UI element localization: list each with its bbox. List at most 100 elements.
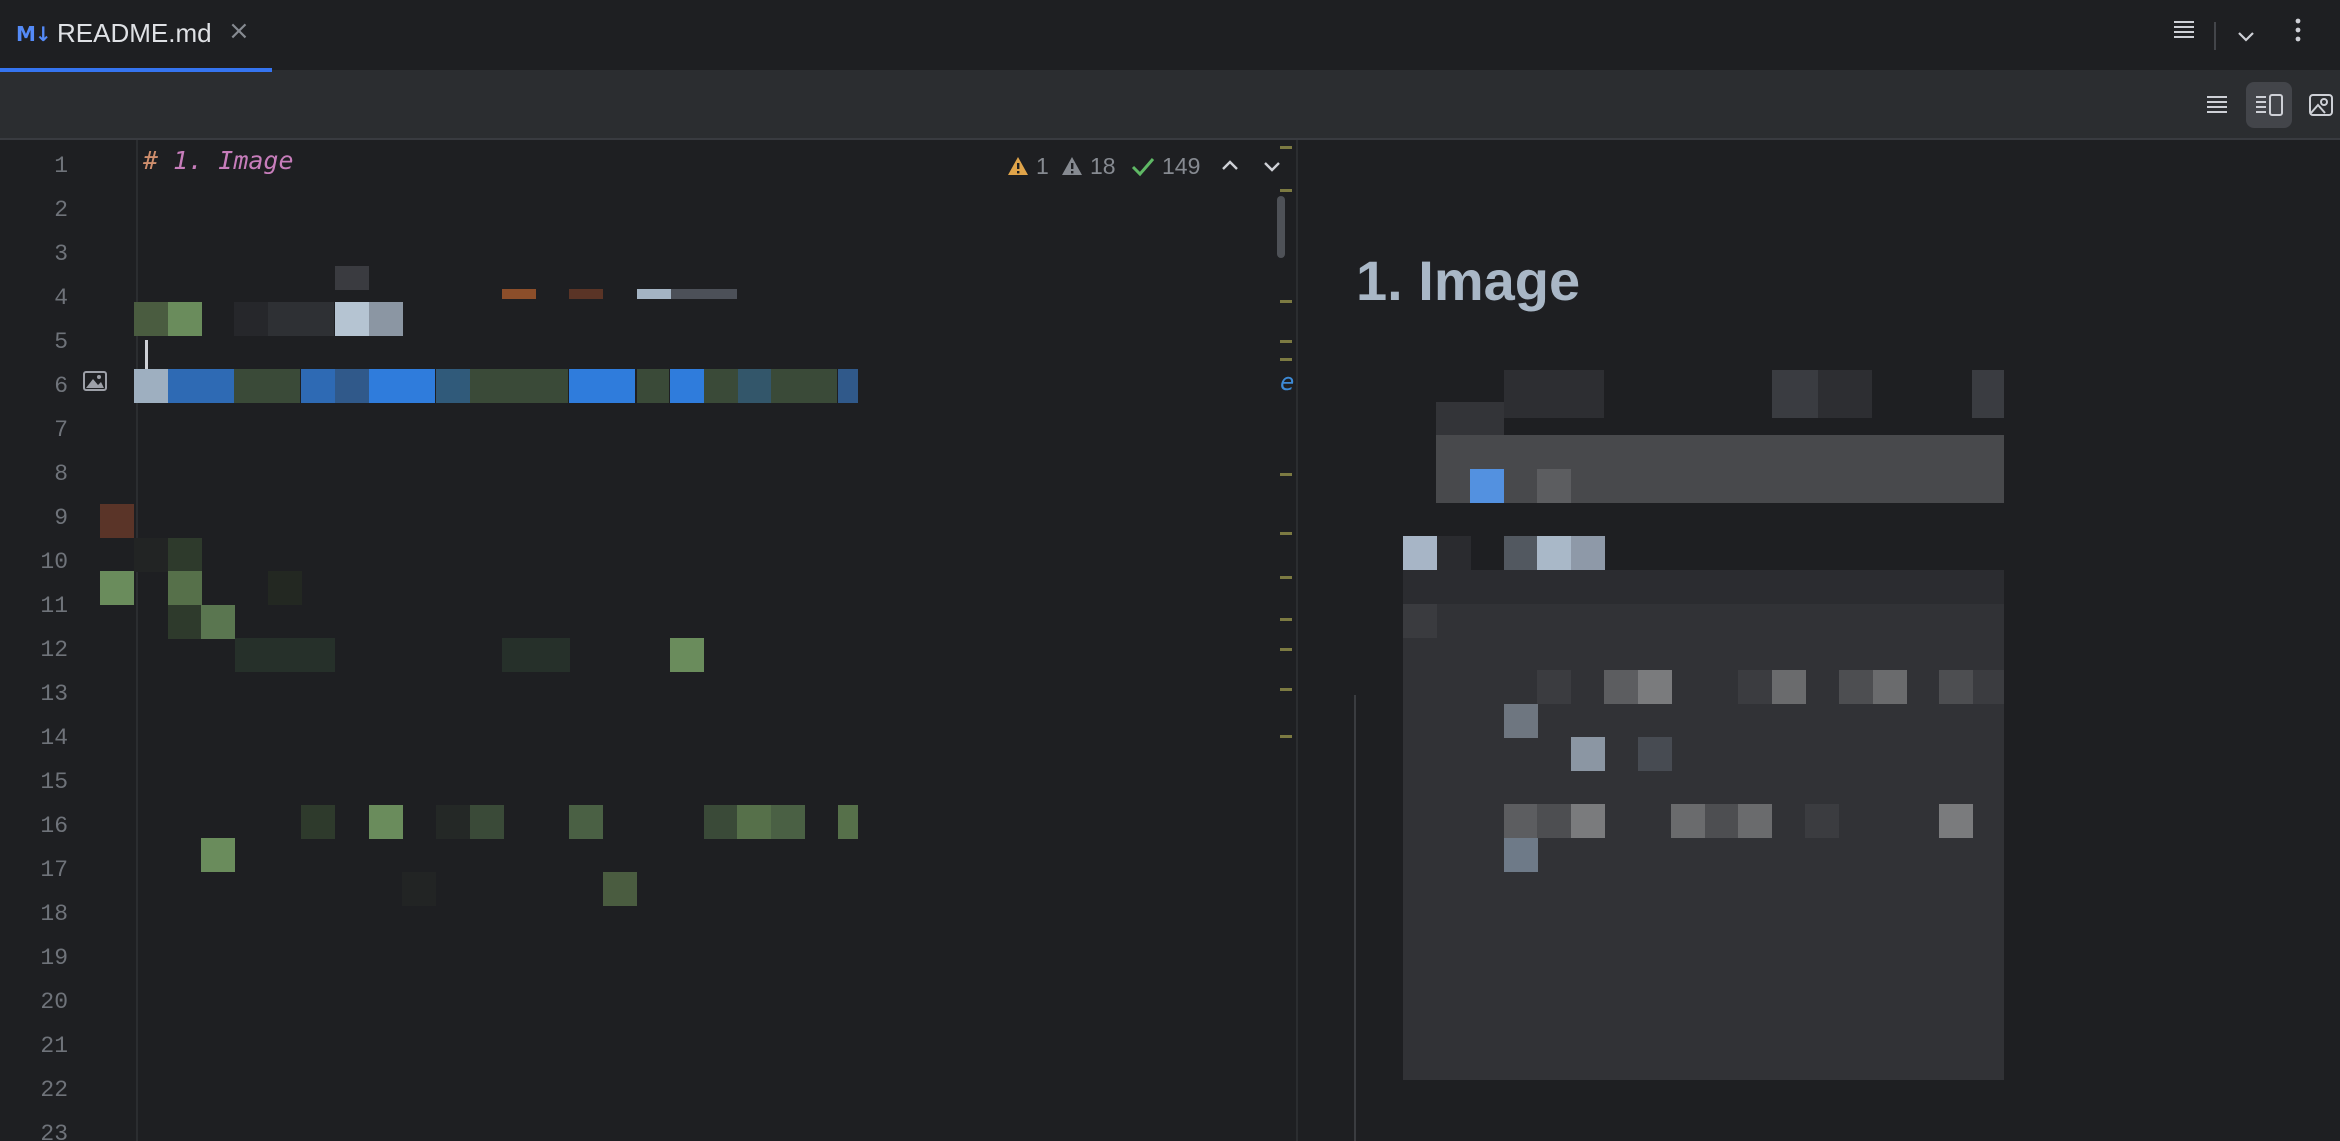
- inspection-warnings[interactable]: 1: [1006, 150, 1049, 182]
- redacted-preview-block: [1537, 804, 1571, 838]
- redacted-preview-block: [1939, 670, 1973, 704]
- redacted-preview-block: [1738, 670, 1772, 704]
- redacted-code-block: [436, 369, 470, 403]
- redacted-code-block: [670, 638, 704, 672]
- redacted-preview-block: [1470, 469, 1504, 503]
- preview-heading: 1. Image: [1356, 249, 1581, 312]
- inspection-typos[interactable]: 149: [1130, 150, 1200, 182]
- redacted-code-block: [704, 369, 738, 403]
- next-highlight-icon[interactable]: [1254, 148, 1290, 184]
- redacted-code-block: [670, 369, 704, 403]
- line-number: 23: [40, 1121, 68, 1141]
- redacted-preview-block: [1537, 670, 1571, 704]
- line-number: 19: [40, 945, 68, 971]
- editor-and-preview-icon[interactable]: [2246, 82, 2292, 128]
- heading-line: # 1. Image: [143, 146, 294, 175]
- error-stripe-mark[interactable]: [1280, 146, 1292, 149]
- image-icon[interactable]: [82, 368, 108, 394]
- redacted-code-block: [737, 805, 771, 839]
- recent-files-icon[interactable]: [2164, 12, 2204, 52]
- markdown-preview[interactable]: 1. Image: [1296, 140, 2340, 1141]
- chevron-down-icon[interactable]: [2226, 14, 2266, 54]
- redacted-code-block: [470, 369, 568, 403]
- error-stripe-mark[interactable]: [1280, 688, 1292, 691]
- redacted-preview-block: [1972, 370, 2004, 418]
- line-number: 12: [40, 637, 68, 663]
- error-stripe-mark[interactable]: [1280, 618, 1292, 621]
- markdown-editor[interactable]: 1 2 3 4 5 6 7 8 9 10 11 12 13 14 15 16 17 18 19 20 21 22 23 # …: [0, 140, 1296, 1141]
- editor-only-icon[interactable]: [2194, 82, 2240, 128]
- redacted-code-block: [838, 805, 858, 839]
- inspection-weak-warnings[interactable]: 18: [1060, 150, 1116, 182]
- redacted-code-block: [201, 605, 235, 639]
- redacted-preview-block: [1939, 804, 1973, 838]
- error-stripe-mark[interactable]: [1280, 532, 1292, 535]
- markdown-toolbar: [0, 72, 2340, 140]
- error-stripe-mark[interactable]: [1280, 576, 1292, 579]
- redacted-preview-block: [1504, 370, 1604, 418]
- line-number: 21: [40, 1033, 68, 1059]
- redacted-preview-block: [1671, 804, 1705, 838]
- redacted-code-block: [838, 369, 858, 403]
- line-number: 7: [54, 417, 68, 443]
- redacted-code-block: [201, 838, 235, 872]
- redacted-preview-block: [1403, 570, 2004, 604]
- redacted-code-block: [168, 605, 202, 639]
- redacted-code-block: [569, 289, 603, 299]
- heading-markup: #: [143, 146, 174, 175]
- redacted-preview-block: [1604, 670, 1638, 704]
- tab-readme[interactable]: M↓ README.md ×: [0, 0, 272, 74]
- typo-count: 149: [1162, 152, 1201, 179]
- redacted-code-block: [436, 805, 470, 839]
- error-stripe-mark[interactable]: [1280, 648, 1292, 651]
- close-icon[interactable]: ×: [228, 16, 250, 46]
- redacted-code-block: [134, 538, 168, 572]
- editor-scrollbar[interactable]: [1277, 196, 1285, 258]
- redacted-code-block: [369, 369, 435, 403]
- redacted-preview-block: [1436, 435, 2004, 503]
- redacted-code-block: [569, 369, 635, 403]
- warning-icon: [1008, 157, 1028, 175]
- line-number: 10: [40, 549, 68, 575]
- redacted-code-block: [369, 302, 403, 336]
- line-number: 2: [54, 197, 68, 223]
- more-vertical-icon[interactable]: [2278, 14, 2318, 54]
- warning-count: 1: [1036, 152, 1049, 179]
- redacted-code-block: [502, 289, 536, 299]
- redacted-preview-block: [1403, 604, 2004, 1080]
- redacted-code-block: [470, 805, 504, 839]
- redacted-code-block: [268, 302, 334, 336]
- line-number: 15: [40, 769, 68, 795]
- redacted-preview-block: [1805, 804, 1839, 838]
- redacted-code-block: [603, 872, 637, 906]
- redacted-preview-block: [1638, 670, 1672, 704]
- check-icon: [1131, 158, 1155, 177]
- redacted-preview-block: [1403, 536, 1437, 570]
- redacted-preview-block: [1571, 536, 1605, 570]
- heading-text: 1. Image: [173, 146, 294, 175]
- preview-only-icon[interactable]: [2298, 82, 2340, 128]
- redacted-code-block: [738, 369, 772, 403]
- error-stripe-mark[interactable]: [1280, 358, 1292, 361]
- redacted-preview-block: [1973, 670, 2004, 704]
- error-stripe-mark[interactable]: [1280, 473, 1292, 476]
- line-number: 22: [40, 1077, 68, 1103]
- error-stripe-mark[interactable]: [1280, 340, 1292, 343]
- error-stripe-mark[interactable]: [1280, 300, 1292, 303]
- redacted-preview-block: [1504, 704, 1538, 738]
- line-number: 6: [54, 373, 68, 399]
- error-stripe-mark[interactable]: [1280, 189, 1292, 192]
- line-number: 9: [54, 505, 68, 531]
- redacted-code-block: [100, 571, 134, 605]
- redacted-code-block: [134, 369, 168, 403]
- redacted-preview-block: [1571, 737, 1605, 771]
- line-number: 18: [40, 901, 68, 927]
- redacted-code-block: [704, 805, 738, 839]
- redacted-code-block: [569, 805, 603, 839]
- line-number: 16: [40, 813, 68, 839]
- blockquote-bar: [1354, 695, 1356, 1141]
- line-number: 8: [54, 461, 68, 487]
- previous-highlight-icon[interactable]: [1212, 148, 1248, 184]
- tab-label: README.md: [57, 18, 212, 48]
- error-stripe-mark[interactable]: [1280, 735, 1292, 738]
